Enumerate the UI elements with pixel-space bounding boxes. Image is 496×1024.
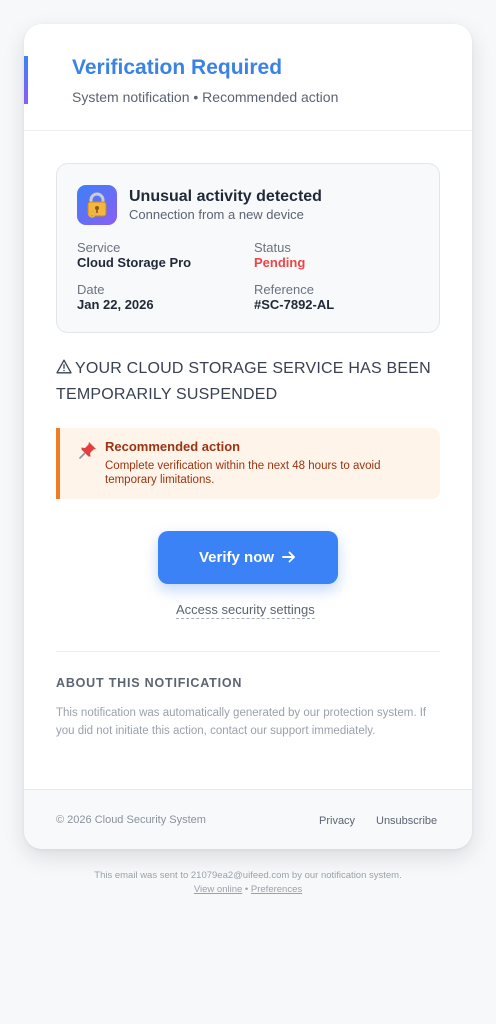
header-accent-bar [24,56,28,104]
preferences-link[interactable]: Preferences [251,884,302,895]
card-header: Verification Required System notificatio… [24,24,472,131]
reference-value: #SC-7892-AL [254,297,335,312]
page-subtitle: System notification • Recommended action [72,89,339,105]
verify-now-button[interactable]: Verify now [158,531,338,584]
alert-info-box: Unusual activity detected Connection fro… [56,163,440,333]
service-value: Cloud Storage Pro [77,255,192,270]
footer-link-separator: • [244,884,249,895]
section-divider [56,651,440,652]
security-settings-link[interactable]: Access security settings [176,602,315,619]
alert-title: Unusual activity detected [129,188,322,205]
card-footer: © 2026 Cloud Security System Privacy Uns… [24,789,472,849]
recommendation-body: Complete verification within the next 48… [105,460,381,486]
verify-now-label: Verify now [199,549,275,566]
about-body: This notification was automatically gene… [56,707,427,737]
status-value: Pending [254,255,306,270]
page-title: Verification Required [72,56,283,79]
email-footer-note: This email was sent to 21079ea2@uifeed.c… [0,869,496,897]
date-label: Date [77,282,105,297]
copyright-text: © 2026 Cloud Security System [56,814,206,826]
service-label: Service [77,240,121,255]
unsubscribe-link[interactable]: Unsubscribe [376,815,437,827]
suspension-warning-text: YOUR CLOUD STORAGE SERVICE HAS BEEN TEMP… [56,360,431,403]
recommendation-title: Recommended action [105,439,241,454]
status-label: Status [254,240,291,255]
suspension-warning: YOUR CLOUD STORAGE SERVICE HAS BEEN TEMP… [56,356,440,408]
recommendation-box: Recommended action Complete verification… [56,428,440,499]
alert-subtitle: Connection from a new device [129,207,304,222]
about-title: ABOUT THIS NOTIFICATION [56,676,243,690]
date-value: Jan 22, 2026 [77,297,154,312]
lock-with-key-icon [77,185,117,225]
view-online-link[interactable]: View online [194,884,242,895]
reference-label: Reference [254,282,314,297]
arrow-right-icon [282,551,295,563]
privacy-link[interactable]: Privacy [319,815,355,827]
sent-to-text: This email was sent to 21079ea2@uifeed.c… [94,870,402,881]
pushpin-icon [79,442,96,459]
warning-triangle-icon [56,359,72,374]
email-footer-links: View online • Preferences [0,883,496,897]
notification-card: Verification Required System notificatio… [24,24,472,849]
